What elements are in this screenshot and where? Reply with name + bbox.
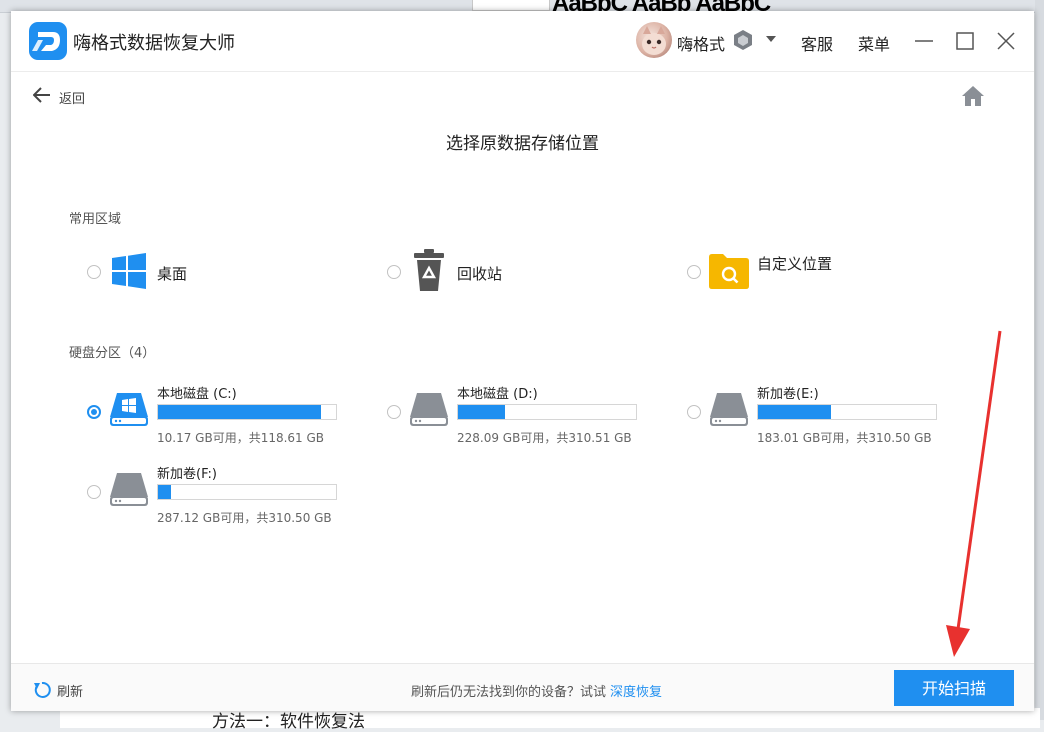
location-recycle-bin[interactable]: 回收站 [387,249,547,295]
refresh-icon [34,681,51,698]
drive-name: 本地磁盘 (D:) [457,387,538,402]
user-avatar[interactable] [636,22,672,58]
drive-name: 本地磁盘 (C:) [157,387,237,402]
hard-drive-icon [110,473,148,506]
maximize-icon[interactable] [954,30,976,52]
drive-capacity-info: 183.01 GB可用，共310.50 GB [757,431,932,445]
drive-radio[interactable] [87,485,101,499]
user-name[interactable]: 嗨格式 [677,31,725,55]
folder-search-icon [709,254,749,289]
drive-usage-fill [458,405,506,419]
menu-button[interactable]: 菜单 [858,31,890,55]
app-title: 嗨格式数据恢复大师 [73,33,235,54]
title-bar: 嗨格式数据恢复大师 嗨格式 客服 菜单 [11,11,1034,72]
vip-badge-icon [734,30,752,50]
drive-item[interactable]: 本地磁盘 (D:) 228.09 GB可用，共310.51 GB [387,383,647,451]
app-logo-icon [29,22,67,60]
drive-usage-bar [157,484,337,500]
drive-name: 新加卷(F:) [157,467,217,482]
drive-capacity-info: 287.12 GB可用，共310.50 GB [157,511,332,525]
deep-recovery-link[interactable]: 深度恢复 [610,685,662,700]
drive-usage-bar [757,404,937,420]
drive-item[interactable]: 本地磁盘 (C:) 10.17 GB可用，共118.61 GB [87,383,347,451]
location-label: 自定义位置 [757,255,833,273]
drive-usage-fill [158,485,172,499]
back-label: 返回 [59,92,86,107]
minimize-icon[interactable] [913,30,935,52]
drive-item[interactable]: 新加卷(E:) 183.01 GB可用，共310.50 GB [687,383,947,451]
drive-capacity-info: 10.17 GB可用，共118.61 GB [157,431,325,445]
customer-service-button[interactable]: 客服 [801,31,833,55]
drive-name: 新加卷(E:) [757,387,819,402]
disk-section-label: 硬盘分区（4） [69,346,156,361]
hard-drive-icon [710,393,748,426]
drive-usage-fill [758,405,832,419]
close-icon[interactable] [995,30,1017,52]
radio-recycle-bin[interactable] [387,265,401,279]
start-scan-button[interactable]: 开始扫描 [894,670,1014,706]
drive-capacity-info: 228.09 GB可用，共310.51 GB [457,431,632,445]
radio-custom[interactable] [687,265,701,279]
background-style-box [472,0,550,11]
chevron-down-icon[interactable] [765,35,777,43]
home-icon[interactable] [961,85,985,107]
drive-radio[interactable] [687,405,701,419]
arrow-left-icon [33,87,50,103]
drive-radio[interactable] [387,405,401,419]
footer-hint: 刷新后仍无法找到你的设备？试试 深度恢复 [411,681,662,700]
footer-bar: 刷新 刷新后仍无法找到你的设备？试试 深度恢复 开始扫描 [11,663,1034,711]
hard-drive-icon [410,393,448,426]
location-desktop[interactable]: 桌面 [87,251,227,295]
app-window: 嗨格式数据恢复大师 嗨格式 客服 菜单 返回 选择原数据存储位置 常用区域 桌面… [11,11,1034,711]
system-drive-icon [110,393,148,426]
drive-item[interactable]: 新加卷(F:) 287.12 GB可用，共310.50 GB [87,463,347,531]
windows-icon [112,253,146,289]
common-section-label: 常用区域 [69,212,122,227]
drive-usage-bar [157,404,337,420]
page-title: 选择原数据存储位置 [446,134,599,154]
footer-hint-text: 刷新后仍无法找到你的设备？试试 [411,685,607,700]
recycle-bin-icon [414,249,444,291]
location-custom[interactable]: 自定义位置 [687,251,857,295]
location-label: 回收站 [457,265,503,283]
drive-usage-fill [158,405,321,419]
drive-usage-bar [457,404,637,420]
location-label: 桌面 [157,265,188,283]
annotation-arrow-icon [946,330,1002,657]
drive-radio[interactable] [87,405,101,419]
background-right-edge [1035,0,1044,720]
background-document [60,708,1040,728]
refresh-label: 刷新 [57,685,84,700]
radio-desktop[interactable] [87,265,101,279]
